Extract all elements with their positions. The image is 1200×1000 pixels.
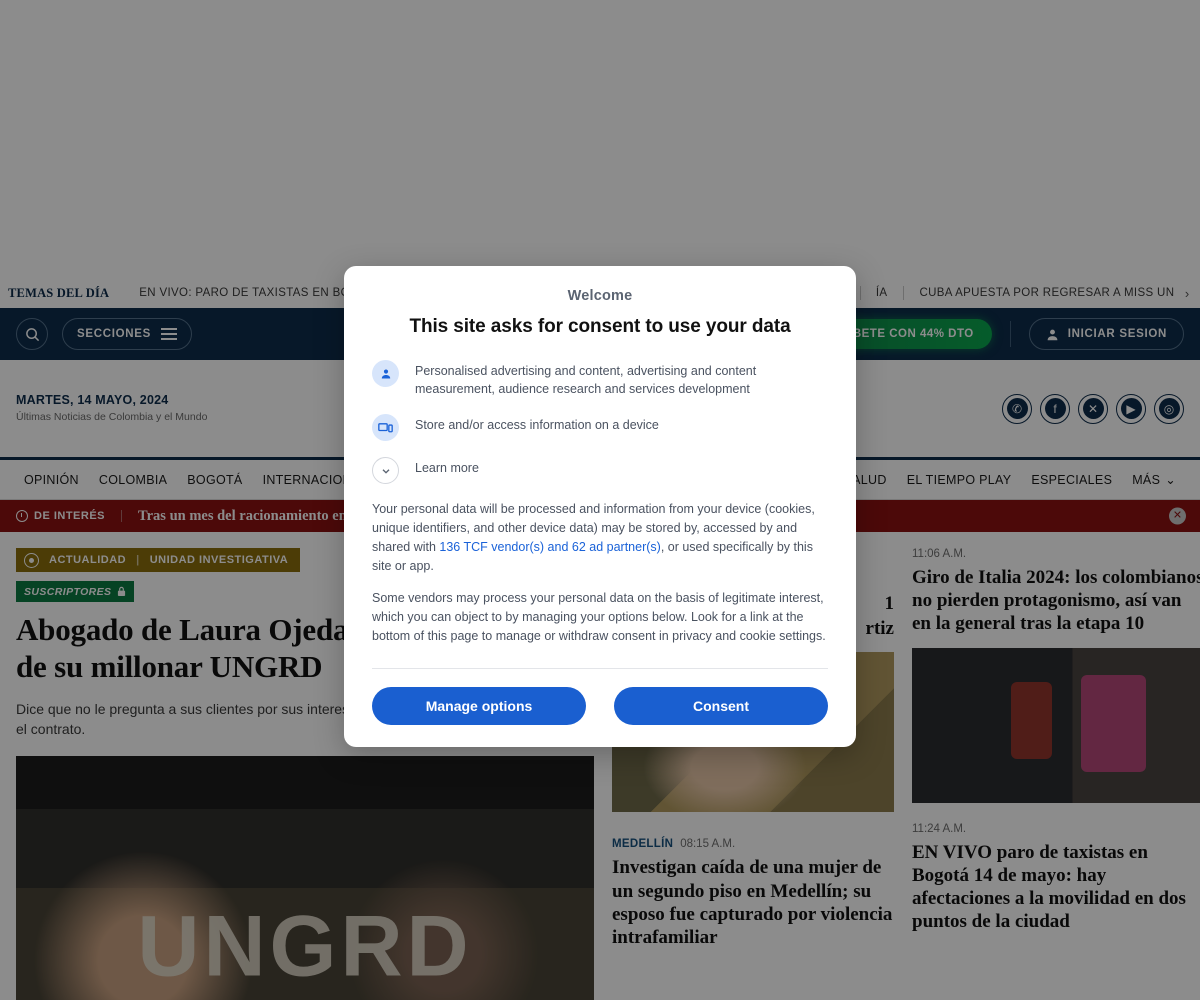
- consent-welcome: Welcome: [567, 288, 633, 304]
- consent-purpose-0-text: Personalised advertising and content, ad…: [415, 364, 757, 397]
- consent-vendors-link[interactable]: 136 TCF vendor(s) and 62 ad partner(s): [439, 540, 660, 554]
- consent-purpose-0: Personalised advertising and content, ad…: [372, 360, 828, 398]
- consent-dialog: Welcome This site asks for consent to us…: [344, 266, 856, 747]
- consent-purpose-2[interactable]: Learn more: [372, 457, 828, 485]
- chevron-down-icon[interactable]: [372, 457, 399, 485]
- person-icon: [372, 360, 399, 387]
- consent-divider: [372, 667, 828, 669]
- consent-actions: Manage options Consent: [372, 686, 828, 725]
- consent-button[interactable]: Consent: [614, 686, 828, 725]
- manage-options-button[interactable]: Manage options: [372, 686, 586, 725]
- consent-purpose-1-text: Store and/or access information on a dev…: [415, 418, 659, 433]
- consent-paragraph-2: Some vendors may process your personal d…: [372, 591, 826, 643]
- consent-paragraph-1: Your personal data will be processed and…: [372, 500, 828, 575]
- consent-learn-more-label[interactable]: Learn more: [415, 457, 479, 477]
- consent-purpose-1: Store and/or access information on a dev…: [372, 414, 828, 442]
- device-icon: [372, 414, 399, 442]
- consent-purpose-list: Personalised advertising and content, ad…: [372, 360, 828, 485]
- consent-title: This site asks for consent to use your d…: [409, 316, 791, 337]
- page-root: TEMAS DEL DÍA EN VIVO: PARO DE TAXISTAS …: [0, 0, 1200, 1000]
